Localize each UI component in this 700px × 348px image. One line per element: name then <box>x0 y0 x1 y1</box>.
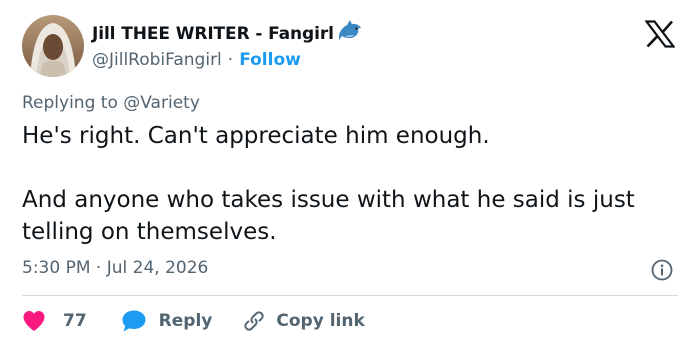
avatar-image <box>22 15 84 77</box>
info-icon[interactable] <box>651 259 673 281</box>
timestamp-separator: · <box>95 258 102 278</box>
reply-label: Reply <box>158 311 213 331</box>
copy-link-label: Copy link <box>276 311 365 331</box>
reply-button[interactable]: Reply <box>121 309 213 333</box>
author-name-row: Jill THEE WRITER - Fangirl <box>92 19 363 47</box>
like-count: 77 <box>63 311 87 331</box>
link-icon <box>244 311 264 331</box>
tweet-time: 5:30 PM <box>22 258 91 278</box>
tweet-timestamp[interactable]: 5:30 PM · Jul 24, 2026 <box>22 258 208 278</box>
author-handle-row: @JillRobiFangirl · Follow <box>92 49 301 71</box>
separator-dot: · <box>227 50 234 70</box>
tweet-paragraph: He's right. Can't appreciate him enough. <box>22 123 490 149</box>
avatar[interactable] <box>22 15 84 77</box>
author-display-name[interactable]: Jill THEE WRITER - Fangirl <box>92 24 334 44</box>
speech-bubble-icon <box>122 310 146 332</box>
replying-to-handle[interactable]: @Variety <box>123 93 200 113</box>
replying-to-line: Replying to @Variety <box>22 93 200 113</box>
replying-to-label: Replying to <box>22 93 118 113</box>
tweet-text: He's right. Can't appreciate him enough.… <box>22 120 682 248</box>
copy-link-button[interactable]: Copy link <box>242 309 365 333</box>
dolphin-icon <box>337 19 363 43</box>
follow-button[interactable]: Follow <box>239 50 301 70</box>
like-button[interactable]: 77 <box>22 310 87 332</box>
author-handle[interactable]: @JillRobiFangirl <box>92 50 222 70</box>
tweet-actions: 77 Reply Copy link <box>22 307 365 335</box>
heart-icon <box>23 311 45 331</box>
divider <box>22 295 678 296</box>
tweet-paragraph: And anyone who takes issue with what he … <box>22 187 635 245</box>
tweet-date: Jul 24, 2026 <box>106 258 209 278</box>
x-logo-icon[interactable] <box>644 20 676 48</box>
